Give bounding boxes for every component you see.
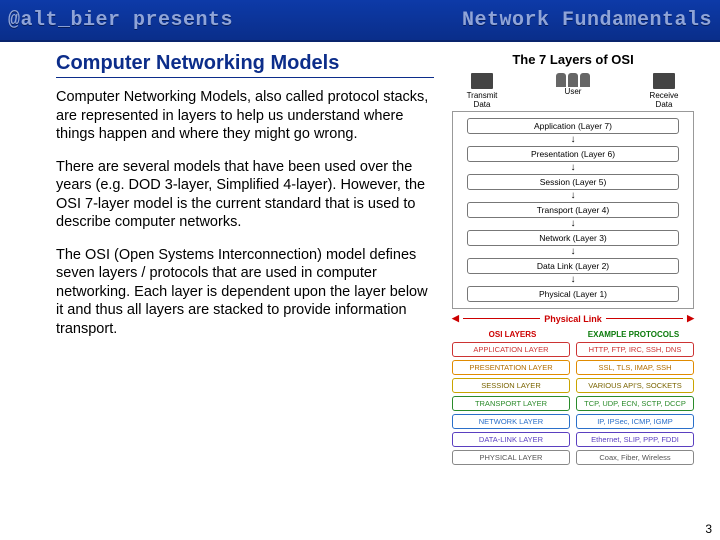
protocol-examples: IP, IPSec, ICMP, IGMP	[576, 414, 694, 429]
col-osi: OSI LAYERS	[452, 330, 573, 339]
osi-layer: Session (Layer 5)	[467, 174, 679, 190]
header-left: @alt_bier presents	[8, 9, 233, 32]
user-icon	[533, 73, 613, 87]
protocol-row: NETWORK LAYER IP, IPSec, ICMP, IGMP	[452, 414, 694, 429]
paragraph: Computer Networking Models, also called …	[56, 88, 434, 144]
protocol-examples: VARIOUS API'S, SOCKETS	[576, 378, 694, 393]
user-label: User	[533, 73, 613, 109]
rx-text: Receive Data	[634, 91, 694, 109]
osi-layer-name: SESSION LAYER	[452, 378, 570, 393]
osi-layer: Transport (Layer 4)	[467, 202, 679, 218]
protocol-row: DATA-LINK LAYER Ethernet, SLIP, PPP, FDDI	[452, 432, 694, 447]
header-right: Network Fundamentals	[462, 9, 712, 32]
arrow-icon: ↓	[457, 192, 689, 200]
arrow-icon: ↓	[457, 220, 689, 228]
user-text: User	[533, 87, 613, 96]
protocol-row: TRANSPORT LAYER TCP, UDP, ECN, SCTP, DCCP	[452, 396, 694, 411]
phys-link-label: Physical Link	[544, 314, 602, 324]
osi-diagram: The 7 Layers of OSI Transmit Data User R…	[452, 52, 694, 468]
protocol-table-body: APPLICATION LAYER HTTP, FTP, IRC, SSH, DN…	[452, 342, 694, 465]
protocol-table-header: OSI LAYERS EXAMPLE PROTOCOLS	[452, 330, 694, 339]
physical-link-row: ◀ Physical Link ▶	[452, 313, 694, 324]
slide-number: 3	[705, 522, 712, 536]
osi-top-row: Transmit Data User Receive Data	[452, 73, 694, 109]
protocol-examples: HTTP, FTP, IRC, SSH, DNS	[576, 342, 694, 357]
arrow-icon: ↓	[457, 136, 689, 144]
protocol-examples: TCP, UDP, ECN, SCTP, DCCP	[576, 396, 694, 411]
osi-layer-name: DATA-LINK LAYER	[452, 432, 570, 447]
col-protocols: EXAMPLE PROTOCOLS	[573, 330, 694, 339]
paragraph: There are several models that have been …	[56, 158, 434, 232]
slide-title: Computer Networking Models	[56, 52, 434, 78]
receive-data-label: Receive Data	[634, 73, 694, 109]
osi-layer-name: PRESENTATION LAYER	[452, 360, 570, 375]
osi-layer-name: PHYSICAL LAYER	[452, 450, 570, 465]
osi-layer: Data Link (Layer 2)	[467, 258, 679, 274]
osi-layer-name: TRANSPORT LAYER	[452, 396, 570, 411]
terminal-icon	[471, 73, 493, 89]
osi-layer-name: NETWORK LAYER	[452, 414, 570, 429]
protocol-row: APPLICATION LAYER HTTP, FTP, IRC, SSH, DN…	[452, 342, 694, 357]
arrow-icon: ↓	[457, 164, 689, 172]
osi-layer: Presentation (Layer 6)	[467, 146, 679, 162]
text-column: Computer Networking Models Computer Netw…	[56, 52, 452, 468]
osi-layer-name: APPLICATION LAYER	[452, 342, 570, 357]
osi-title: The 7 Layers of OSI	[452, 52, 694, 67]
protocol-row: SESSION LAYER VARIOUS API'S, SOCKETS	[452, 378, 694, 393]
transmit-data-label: Transmit Data	[452, 73, 512, 109]
protocol-examples: SSL, TLS, IMAP, SSH	[576, 360, 694, 375]
protocol-row: PRESENTATION LAYER SSL, TLS, IMAP, SSH	[452, 360, 694, 375]
osi-layer: Application (Layer 7)	[467, 118, 679, 134]
terminal-icon	[653, 73, 675, 89]
osi-layer: Physical (Layer 1)	[467, 286, 679, 302]
protocol-examples: Ethernet, SLIP, PPP, FDDI	[576, 432, 694, 447]
tx-text: Transmit Data	[452, 91, 512, 109]
slide-body: Computer Networking Models Computer Netw…	[0, 42, 720, 468]
protocol-examples: Coax, Fiber, Wireless	[576, 450, 694, 465]
arrow-icon: ↓	[457, 248, 689, 256]
arrow-icon: ↓	[457, 276, 689, 284]
osi-stack: Application (Layer 7) ↓ Presentation (La…	[452, 111, 694, 309]
slide-header: @alt_bier presents Network Fundamentals	[0, 0, 720, 42]
osi-layer: Network (Layer 3)	[467, 230, 679, 246]
paragraph: The OSI (Open Systems Interconnection) m…	[56, 246, 434, 339]
protocol-row: PHYSICAL LAYER Coax, Fiber, Wireless	[452, 450, 694, 465]
